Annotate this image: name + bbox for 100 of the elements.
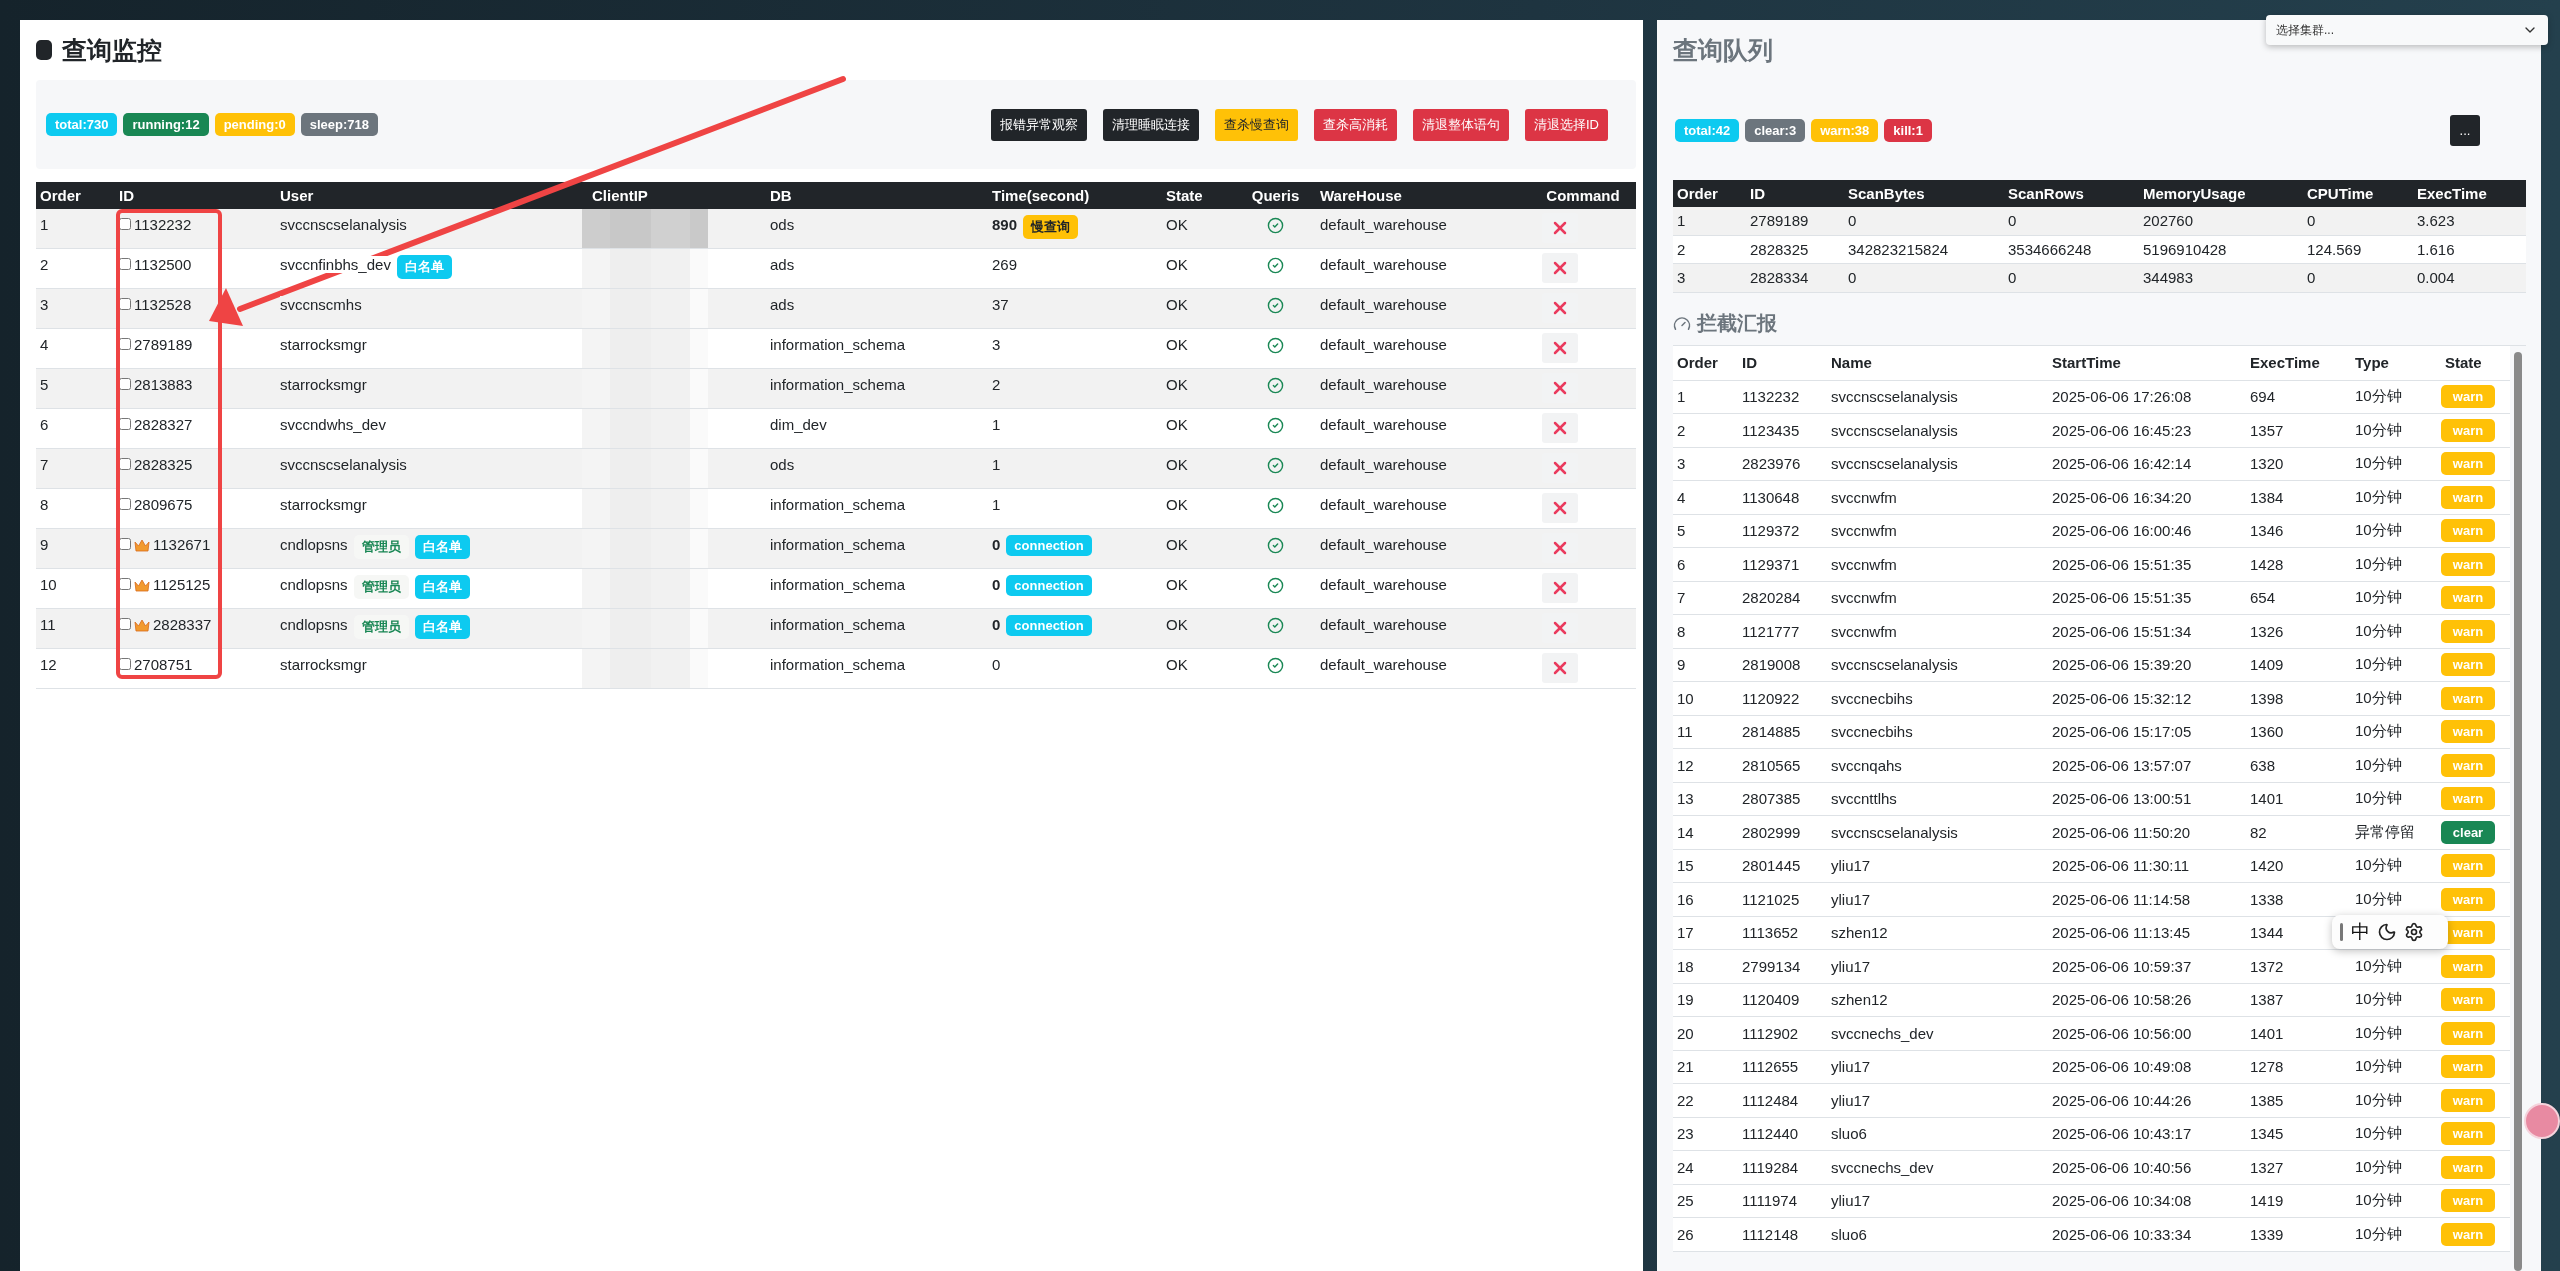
table-cell: 342823215824 [1848,240,1949,258]
action-button[interactable]: 清理睡眠连接 [1103,108,1199,141]
table-cell: 10分钟 [2355,722,2402,742]
row-checkbox[interactable] [119,538,131,550]
state-badge: warn [2441,452,2495,476]
table-cell: 2801445 [1742,857,1801,875]
table-cell: 10分钟 [2355,755,2402,775]
row-checkbox[interactable] [119,298,131,310]
table-cell: OK [1166,496,1188,513]
table-cell: 7 [40,456,49,473]
state-badge: warn [2441,1122,2495,1146]
table-cell: default_warehouse [1320,296,1447,313]
table-cell: 18 [1677,957,1694,975]
table-cell: svccnwfm [1831,488,1897,506]
table-cell: 2025-06-06 11:50:20 [2052,823,2191,841]
table-cell: 3 [1677,455,1686,473]
table-cell: 1.616 [2417,240,2455,258]
table-cell: svccnttlhs [1831,790,1897,808]
table-cell: 23 [1677,1125,1694,1143]
column-header: ExecTime [2416,185,2488,202]
table-cell: 694 [2250,388,2276,406]
row-checkbox[interactable] [119,418,131,430]
row-checkbox[interactable] [119,498,131,510]
table-cell: OK [1166,536,1188,553]
table-cell: 2025-06-06 10:59:37 [2052,957,2192,975]
more-button[interactable]: ... [2450,114,2480,146]
table-cell: 202760 [2143,212,2194,230]
table-cell: 2025-06-06 10:43:17 [2052,1125,2192,1143]
kill-button[interactable] [1542,573,1578,603]
action-button[interactable]: 清退整体语句 [1413,108,1509,141]
count-badge: warn:38 [1811,118,1879,142]
action-button[interactable]: 查杀慢查询 [1215,108,1298,141]
check-circle-icon [1267,417,1284,434]
ime-mode[interactable]: 中 [2351,919,2370,945]
table-cell: 2828325 [1750,240,1809,258]
table-cell: 1132528 [134,296,192,313]
user-tag: 管理员 [353,615,409,639]
table-cell: 14 [1677,823,1694,841]
row-checkbox[interactable] [119,458,131,470]
table-cell: 1 [1677,388,1686,406]
user-tag: 管理员 [353,535,409,559]
table-cell: 1112148 [1742,1225,1799,1243]
table-cell: 1 [992,496,1001,513]
moon-icon[interactable] [2377,922,2397,942]
kill-button[interactable] [1542,653,1578,683]
action-button[interactable]: 报错异常观察 [991,108,1087,141]
table-cell: 1112484 [1742,1091,1799,1109]
state-badge: warn [2441,1155,2495,1179]
row-checkbox[interactable] [119,658,131,670]
translate-icon[interactable] [2524,1103,2560,1139]
table-cell: 654 [2250,589,2276,607]
kill-button[interactable] [1542,493,1578,523]
table-cell: OK [1166,616,1188,633]
row-checkbox[interactable] [119,258,131,270]
table-cell: 1357 [2250,421,2284,439]
table-cell: 2708751 [134,656,193,673]
table-cell: 2820284 [1742,589,1801,607]
table-cell: 2813883 [134,376,193,393]
table-cell: OK [1166,376,1188,393]
table-cell: default_warehouse [1320,616,1447,633]
kill-button[interactable] [1542,413,1578,443]
table-cell: 10分钟 [2355,789,2402,809]
gauge-icon [1673,314,1691,333]
row-checkbox[interactable] [119,218,131,230]
state-badge: warn [2441,954,2495,978]
table-cell: 10 [1677,689,1694,707]
action-button[interactable]: 查杀高消耗 [1314,108,1397,141]
table-cell: 2025-06-06 13:57:07 [2052,756,2192,774]
table-cell: 0 [992,576,1001,593]
state-badge: warn [2441,418,2495,442]
cursor-icon [2340,923,2344,941]
table-cell: 5 [40,376,49,393]
table-cell: 1123435 [1742,421,1800,439]
count-badge: total:730 [46,113,118,136]
table-cell: 0.004 [2417,269,2455,287]
row-checkbox[interactable] [119,338,131,350]
cluster-select[interactable]: 选择集群... [2266,15,2548,45]
scrollbar[interactable] [2514,351,2522,1271]
state-badge: warn [2441,887,2495,911]
row-checkbox[interactable] [119,618,131,630]
row-checkbox[interactable] [119,378,131,390]
count-badge: total:42 [1675,118,1740,142]
user-tag: 白名单 [414,535,470,559]
row-checkbox[interactable] [119,578,131,590]
action-button[interactable]: 清退选择ID [1525,108,1608,141]
table-cell: 2 [1677,240,1686,258]
user-tag: 管理员 [353,575,409,599]
kill-button[interactable] [1542,253,1578,283]
table-cell: 11 [1677,723,1693,741]
table-cell: 1278 [2250,1058,2284,1076]
table-cell: OK [1166,296,1188,313]
kill-button[interactable] [1542,333,1578,363]
table-cell: 10分钟 [2355,1057,2402,1077]
table-cell: 20 [1677,1024,1694,1042]
check-circle-icon [1267,537,1284,554]
table-cell: 2807385 [1742,790,1801,808]
table-cell: svccnecbihs [1831,689,1913,707]
settings-icon[interactable] [2404,922,2424,942]
table-cell: starrocksmgr [280,336,367,353]
time-tag: 慢查询 [1023,215,1079,239]
